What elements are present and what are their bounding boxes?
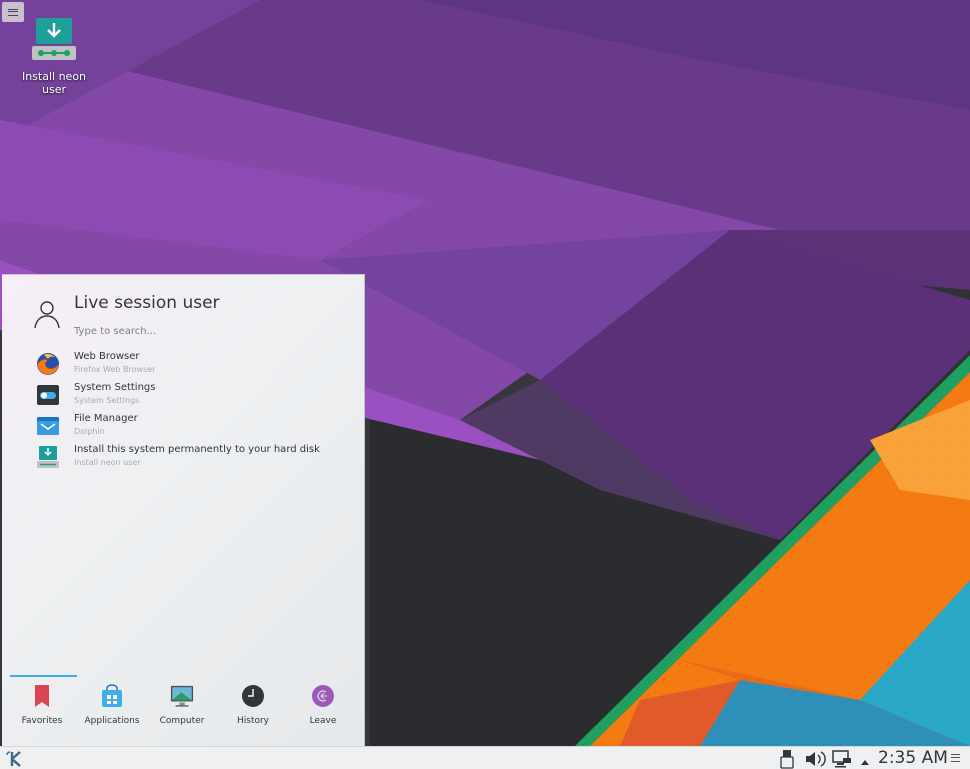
leave-icon — [311, 684, 335, 708]
tab-history[interactable]: History — [218, 684, 288, 726]
dolphin-folder-icon — [36, 414, 60, 438]
search-input[interactable] — [74, 323, 334, 339]
tab-label: Leave — [309, 716, 337, 726]
tab-label: Applications — [84, 716, 140, 726]
favorite-title: Web Browser — [74, 351, 140, 362]
tab-computer[interactable]: Computer — [147, 684, 217, 726]
tab-label: History — [236, 716, 270, 726]
tab-label: Computer — [159, 716, 205, 726]
installer-icon — [32, 18, 76, 64]
tab-label: Favorites — [21, 716, 63, 726]
bookmark-icon — [30, 684, 54, 708]
favorite-title: Install this system permanently to your … — [74, 444, 320, 455]
tab-favorites[interactable]: Favorites — [7, 684, 77, 726]
user-avatar-icon — [32, 299, 62, 329]
desktop-icon-label: Install neon user — [21, 70, 87, 96]
favorite-subtitle: Firefox Web Browser — [74, 365, 156, 374]
network-icon[interactable] — [832, 749, 852, 769]
favorite-title: File Manager — [74, 413, 138, 424]
hamburger-icon — [8, 8, 18, 16]
removable-device-icon[interactable] — [780, 749, 794, 769]
clock-icon — [241, 684, 265, 708]
user-name: Live session user — [74, 293, 220, 313]
computer-icon — [170, 684, 194, 708]
panel-options-icon[interactable] — [951, 754, 960, 762]
application-launcher: Live session user Web Browser Firefox We… — [2, 274, 365, 746]
favorite-file-manager[interactable]: File Manager Dolphin — [2, 411, 365, 442]
active-tab-indicator — [10, 675, 77, 677]
favorites-list: Web Browser Firefox Web Browser System S… — [2, 349, 365, 473]
favorite-system-settings[interactable]: System Settings System Settings — [2, 380, 365, 411]
firefox-icon — [36, 352, 60, 376]
installer-icon — [36, 445, 60, 469]
tab-leave[interactable]: Leave — [288, 684, 358, 726]
chevron-up-icon[interactable] — [860, 753, 870, 769]
taskbar-panel: 2:35 AM — [0, 746, 970, 769]
kde-launcher-button[interactable] — [4, 749, 26, 769]
digital-clock[interactable]: 2:35 AM — [878, 748, 948, 768]
system-settings-icon — [36, 383, 60, 407]
favorite-title: System Settings — [74, 382, 156, 393]
launcher-tab-bar: Favorites Applications Computer History … — [2, 672, 365, 732]
favorite-web-browser[interactable]: Web Browser Firefox Web Browser — [2, 349, 365, 380]
favorite-subtitle: Install neon user — [74, 458, 141, 467]
favorite-subtitle: Dolphin — [74, 427, 105, 436]
tab-applications[interactable]: Applications — [77, 684, 147, 726]
volume-icon[interactable] — [804, 749, 826, 769]
favorite-installer[interactable]: Install this system permanently to your … — [2, 442, 365, 473]
kde-logo-icon — [4, 749, 26, 769]
applications-icon — [100, 684, 124, 708]
favorite-subtitle: System Settings — [74, 396, 140, 405]
desktop-icon-install-neon[interactable]: Install neon user — [18, 18, 90, 96]
